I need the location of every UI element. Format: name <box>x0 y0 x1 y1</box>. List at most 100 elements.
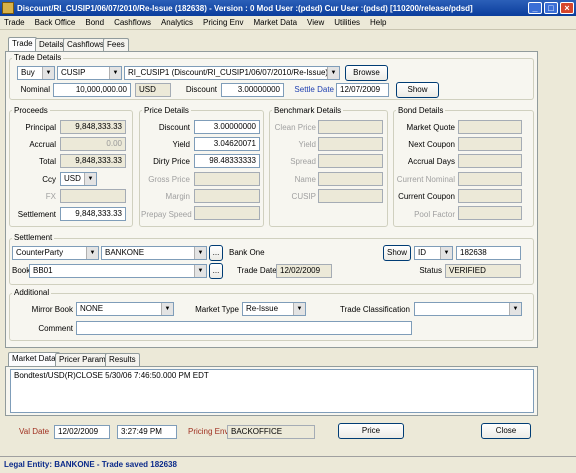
price-discount-input[interactable]: 3.00000000 <box>194 120 260 134</box>
bond-details-title: Bond Details <box>396 106 446 115</box>
discount-input[interactable]: 3.00000000 <box>221 83 284 97</box>
role-value: CounterParty <box>16 248 64 257</box>
ccy-select[interactable]: USD ▼ <box>60 172 97 186</box>
close-icon[interactable]: × <box>560 2 574 14</box>
settle-date-input[interactable]: 12/07/2009 <box>336 83 389 97</box>
settlement-title: Settlement <box>12 233 55 242</box>
price-button[interactable]: Price <box>338 423 404 439</box>
val-time-input[interactable]: 3:27:49 PM <box>117 425 177 439</box>
name-label: Name <box>294 175 316 184</box>
market-quote-value <box>458 120 522 134</box>
chevron-down-icon: ▼ <box>161 303 173 315</box>
next-coupon-label: Next Coupon <box>408 140 455 149</box>
pool-factor-label: Pool Factor <box>414 210 455 219</box>
accrual-days-label: Accrual Days <box>407 157 455 166</box>
menu-help[interactable]: Help <box>370 18 386 27</box>
trade-classification-label: Trade Classification <box>340 305 410 314</box>
chevron-down-icon: ▼ <box>327 67 339 79</box>
menu-cashflows[interactable]: Cashflows <box>114 18 151 27</box>
book-value: BB01 <box>33 266 53 275</box>
comment-input[interactable] <box>76 321 412 335</box>
cusip-label: CUSIP <box>291 192 316 201</box>
product-select[interactable]: RI_CUSIP1 (Discount/RI_CUSIP1/06/07/2010… <box>124 66 340 80</box>
market-type-value: Re-Issue <box>246 304 279 313</box>
accrual-label: Accrual <box>29 140 56 149</box>
menu-utilities[interactable]: Utilities <box>334 18 360 27</box>
menu-back-office[interactable]: Back Office <box>35 18 76 27</box>
spread-value <box>318 154 383 168</box>
accrual-days-value <box>458 154 522 168</box>
status-bar: Legal Entity: BANKONE - Trade saved 1826… <box>0 456 576 473</box>
direction-select[interactable]: Buy ▼ <box>17 66 55 80</box>
benchmark-name-value <box>318 172 383 186</box>
id-type-select[interactable]: CUSIP ▼ <box>57 66 122 80</box>
market-type-label: Market Type <box>195 305 239 314</box>
menu-view[interactable]: View <box>307 18 324 27</box>
chevron-down-icon: ▼ <box>194 265 206 277</box>
principal-label: Principal <box>25 123 56 132</box>
mirror-book-select[interactable]: NONE ▼ <box>76 302 174 316</box>
dirty-price-input[interactable]: 98.48333333 <box>194 154 260 168</box>
close-button[interactable]: Close <box>481 423 531 439</box>
comment-label: Comment <box>38 324 73 333</box>
next-coupon-value <box>458 137 522 151</box>
tab-market-data[interactable]: Market Data <box>8 352 60 366</box>
counterparty-value: BANKONE <box>105 248 145 257</box>
spread-label: Spread <box>290 157 316 166</box>
prepay-speed-value <box>194 206 260 220</box>
total-label: Total <box>39 157 56 166</box>
counterparty-lookup-button[interactable]: ... <box>209 245 223 261</box>
menu-analytics[interactable]: Analytics <box>161 18 193 27</box>
settle-date-label[interactable]: Settle Date <box>286 85 334 94</box>
minimize-icon[interactable]: _ <box>528 2 542 14</box>
app-icon <box>2 2 14 14</box>
dirty-price-label: Dirty Price <box>153 157 190 166</box>
counterparty-select[interactable]: BANKONE ▼ <box>101 246 207 260</box>
maximize-icon[interactable]: □ <box>544 2 558 14</box>
current-nominal-value <box>458 172 522 186</box>
total-value: 9,848,333.33 <box>60 154 126 168</box>
book-lookup-button[interactable]: ... <box>209 263 223 279</box>
mirror-book-label: Mirror Book <box>31 305 73 314</box>
discount-label: Discount <box>185 85 217 94</box>
tab-cashflows[interactable]: Cashflows <box>63 38 108 51</box>
market-data-item[interactable]: Bondtest/USD(R)CLOSE 5/30/06 7:46:50.000… <box>14 371 530 380</box>
ccy-value: USD <box>64 174 81 183</box>
book-select[interactable]: BB01 ▼ <box>29 264 207 278</box>
trade-classification-select[interactable]: ▼ <box>414 302 522 316</box>
margin-value <box>194 189 260 203</box>
menu-trade[interactable]: Trade <box>4 18 25 27</box>
tab-fees[interactable]: Fees <box>103 38 129 51</box>
fx-value <box>60 189 126 203</box>
current-nominal-label: Current Nominal <box>396 175 455 184</box>
tab-trade[interactable]: Trade <box>8 37 37 51</box>
prepay-speed-label: Prepay Speed <box>141 210 192 219</box>
nominal-currency: USD <box>135 83 171 97</box>
fx-label: FX <box>45 192 56 201</box>
role-select[interactable]: CounterParty ▼ <box>12 246 99 260</box>
settlement-show-button[interactable]: Show <box>383 245 411 261</box>
yield-input[interactable]: 3.04620071 <box>194 137 260 151</box>
menu-bond[interactable]: Bond <box>85 18 104 27</box>
price-discount-label: Discount <box>158 123 190 132</box>
id-select[interactable]: ID ▼ <box>414 246 453 260</box>
market-data-list[interactable]: Bondtest/USD(R)CLOSE 5/30/06 7:46:50.000… <box>10 369 534 413</box>
clean-price-label: Clean Price <box>274 123 316 132</box>
gross-price-label: Gross Price <box>148 175 190 184</box>
margin-label: Margin <box>165 192 190 201</box>
settlement-amount-input[interactable]: 9,848,333.33 <box>60 207 126 221</box>
benchmark-details-title: Benchmark Details <box>272 106 344 115</box>
trade-id-input[interactable]: 182638 <box>456 246 521 260</box>
val-date-input[interactable]: 12/02/2009 <box>54 425 110 439</box>
ccy-label: Ccy <box>42 175 56 184</box>
chevron-down-icon: ▼ <box>194 247 206 259</box>
menu-pricing-env[interactable]: Pricing Env <box>203 18 243 27</box>
trade-window: Discount/RI_CUSIP1/06/07/2010/Re-Issue (… <box>0 0 576 473</box>
show-button[interactable]: Show <box>396 82 439 98</box>
market-type-select[interactable]: Re-Issue ▼ <box>242 302 306 316</box>
browse-button[interactable]: Browse <box>345 65 388 81</box>
menu-market-data[interactable]: Market Data <box>253 18 297 27</box>
tab-results[interactable]: Results <box>105 353 140 366</box>
nominal-input[interactable]: 10,000,000.00 <box>53 83 131 97</box>
current-coupon-label: Current Coupon <box>398 192 455 201</box>
